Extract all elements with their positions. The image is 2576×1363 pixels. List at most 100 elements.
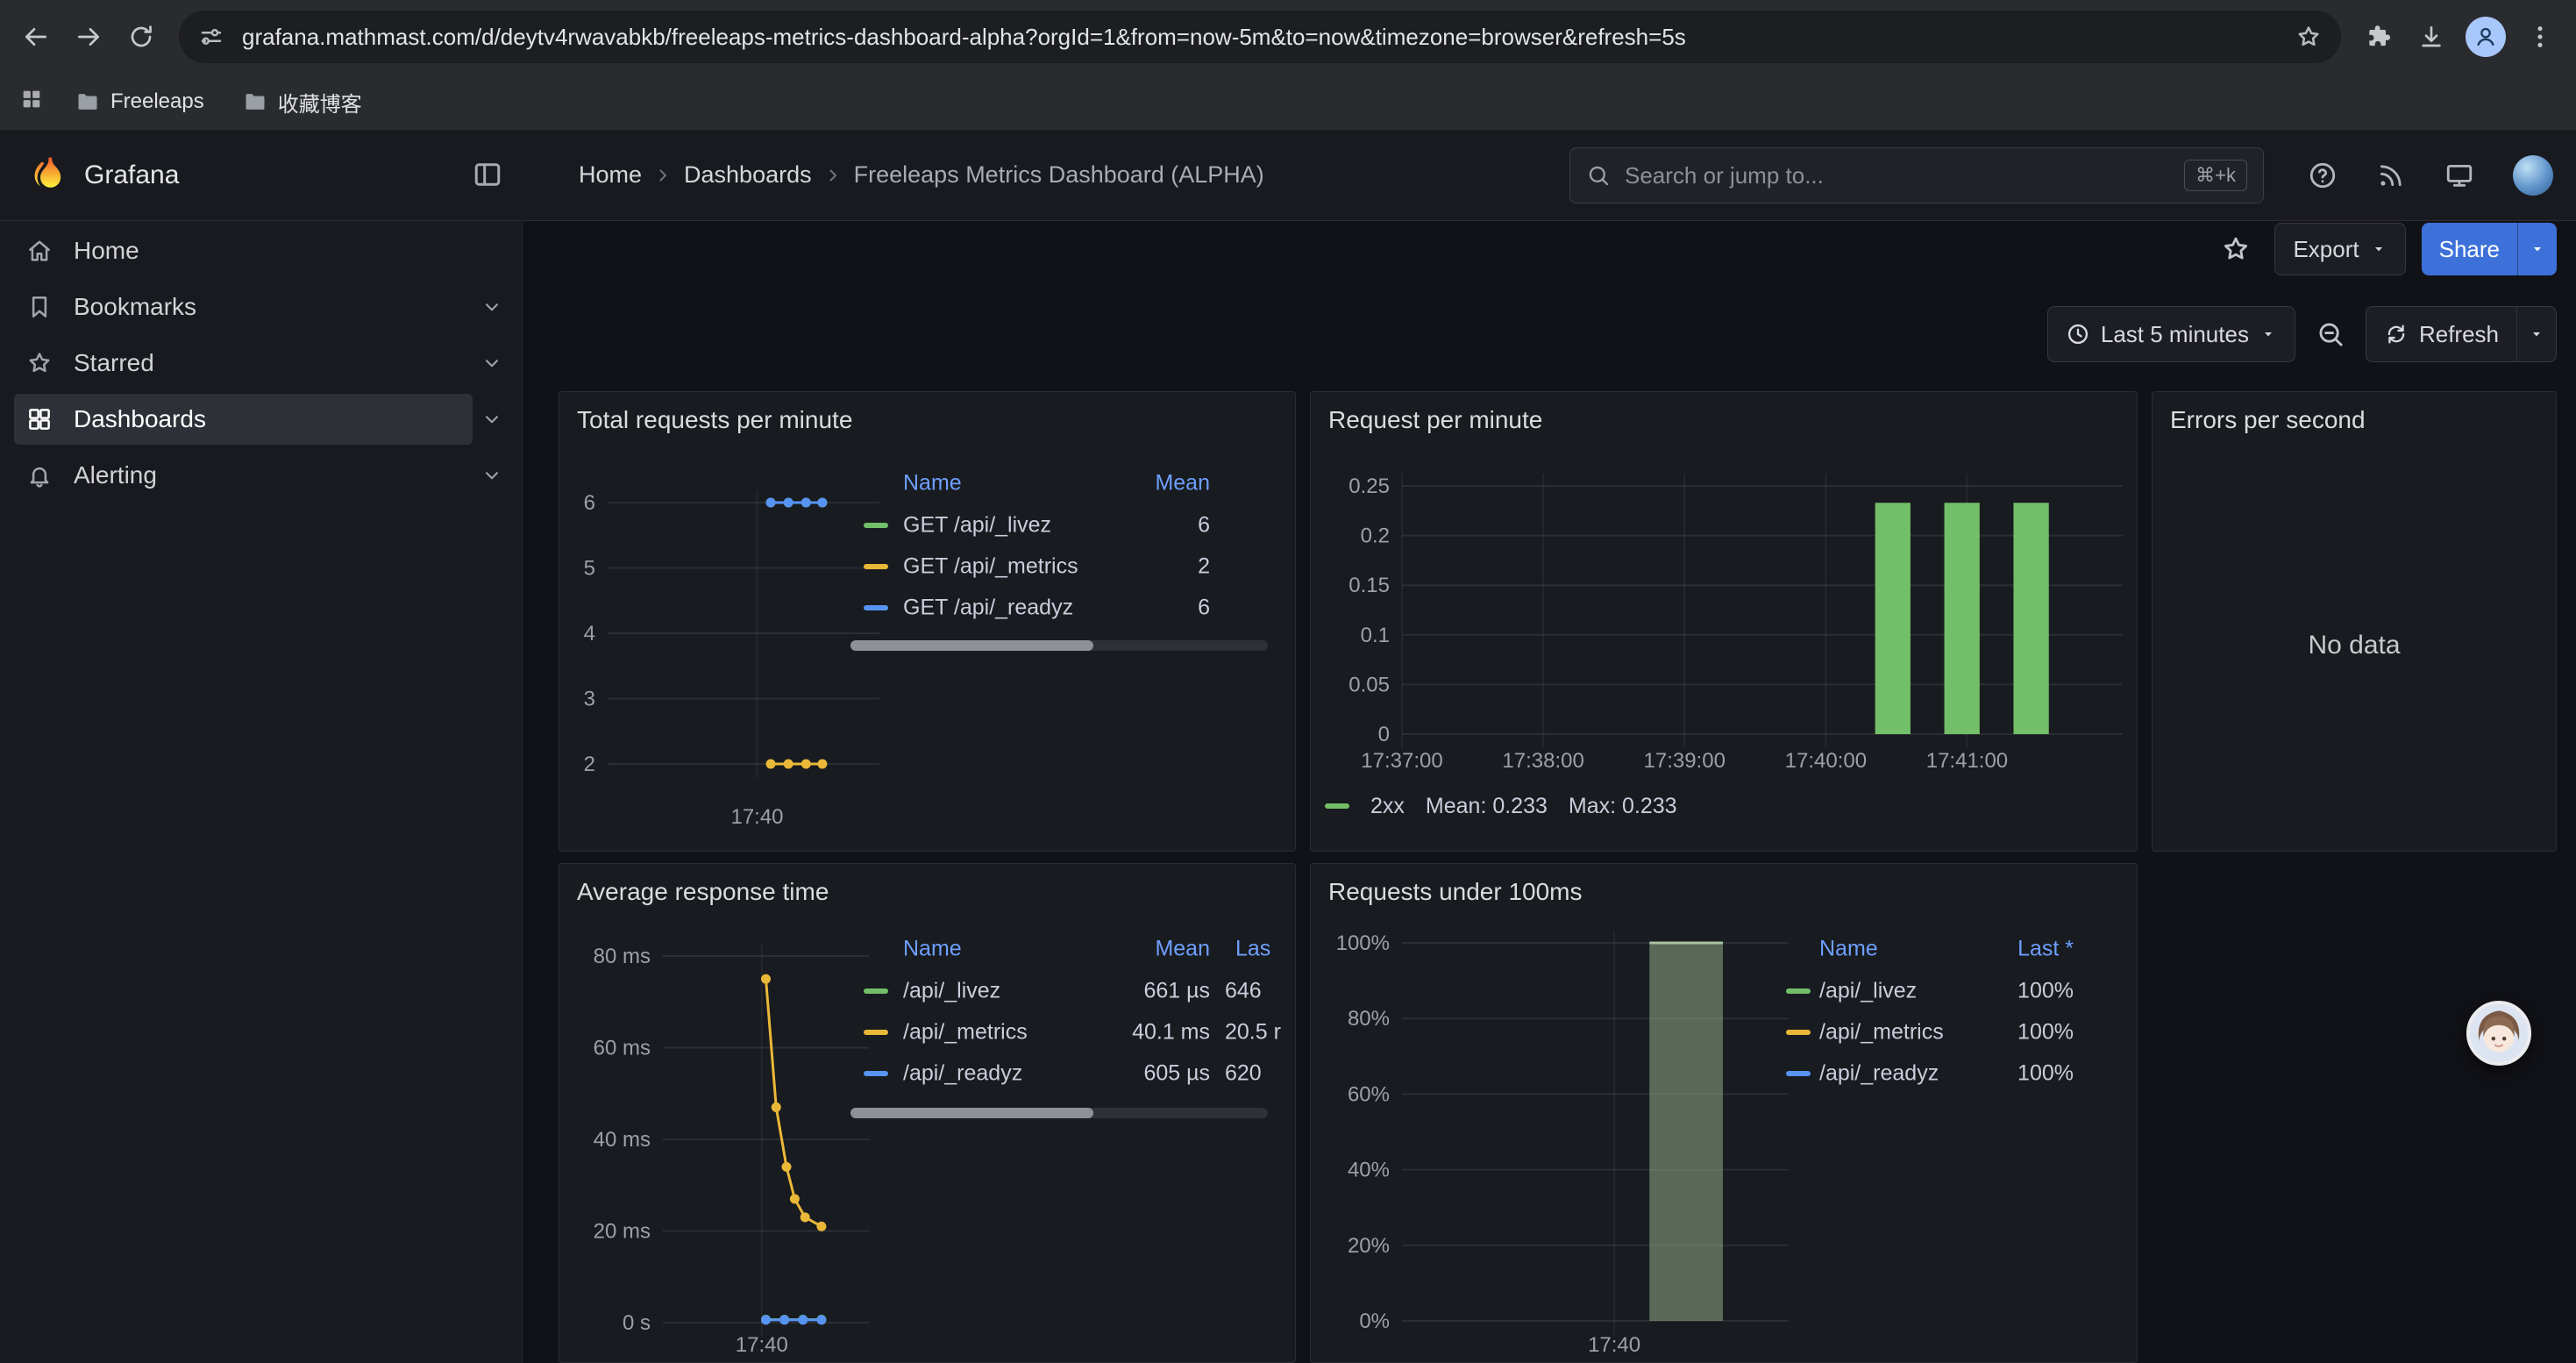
apps-grid-icon[interactable] — [19, 87, 49, 117]
legend-series-name: /api/_livez — [903, 978, 1000, 1003]
bookmark-item[interactable]: Freeleaps — [75, 89, 204, 114]
legend-column-header[interactable]: Mean — [1155, 471, 1210, 496]
legend-value: 661 µs — [1143, 978, 1210, 1003]
legend-row[interactable]: /api/_readyz605 µs620 — [862, 1053, 1296, 1094]
svg-text:0: 0 — [1378, 723, 1390, 746]
chevron-down-icon[interactable] — [476, 347, 508, 379]
chevron-down-icon — [2259, 325, 2277, 343]
legend-series-name: /api/_readyz — [1819, 1060, 1939, 1086]
legend-stat: Mean: 0.233 — [1426, 794, 1548, 819]
site-settings-icon[interactable] — [198, 24, 224, 50]
bookmark-item[interactable]: 收藏博客 — [243, 87, 362, 118]
address-bar[interactable]: grafana.mathmast.com/d/deytv4rwavabkb/fr… — [179, 11, 2341, 63]
svg-text:40 ms: 40 ms — [594, 1128, 651, 1152]
legend-column-header[interactable]: Name — [1819, 937, 1878, 962]
time-range-picker[interactable]: Last 5 minutes — [2047, 306, 2295, 362]
bookmark-star-icon[interactable] — [2295, 24, 2322, 50]
legend-column-header[interactable]: Last * — [2017, 937, 2074, 962]
legend-column-header[interactable]: Name — [903, 471, 962, 496]
legend-column-header[interactable]: Mean — [1155, 937, 1210, 962]
scrollbar-thumb[interactable] — [850, 1108, 1093, 1118]
svg-text:20%: 20% — [1348, 1234, 1390, 1258]
svg-text:60 ms: 60 ms — [594, 1037, 651, 1060]
legend-series-name: GET /api/_livez — [903, 512, 1051, 538]
brand-name: Grafana — [84, 161, 179, 190]
browser-menu-icon[interactable] — [2516, 13, 2564, 61]
export-button[interactable]: Export — [2274, 223, 2405, 275]
legend-row[interactable]: GET /api/_livez6 — [862, 504, 1274, 546]
user-avatar[interactable] — [2513, 155, 2553, 196]
sidebar-item-alerting[interactable]: Alerting — [0, 447, 522, 503]
sidebar-item-label: Alerting — [74, 461, 157, 489]
refresh-button[interactable]: Refresh — [2366, 306, 2516, 362]
browser-reload-icon[interactable] — [117, 13, 165, 61]
share-menu-button[interactable] — [2517, 223, 2557, 275]
assistant-avatar[interactable] — [2466, 1001, 2531, 1066]
help-icon[interactable] — [2308, 161, 2338, 190]
sidebar-item-starred[interactable]: Starred — [0, 335, 522, 391]
legend-row[interactable]: /api/_metrics100% — [1784, 1011, 2074, 1053]
grafana-header: Grafana HomeDashboardsFreeleaps Metrics … — [0, 130, 2576, 221]
sidebar-toggle-icon[interactable] — [472, 159, 505, 192]
refresh-icon — [2384, 322, 2409, 346]
svg-text:60%: 60% — [1348, 1082, 1390, 1106]
nav-sidebar: HomeBookmarksStarredDashboards Alerting — [0, 221, 523, 1363]
legend-row[interactable]: /api/_livez100% — [1784, 970, 2074, 1011]
search-shortcut: ⌘+k — [2184, 160, 2247, 191]
svg-text:4: 4 — [584, 622, 595, 646]
chevron-down-icon[interactable] — [476, 460, 508, 491]
sidebar-item-home[interactable]: Home — [0, 223, 522, 279]
legend-scrollbar[interactable] — [850, 640, 1268, 651]
refresh-button-group: Refresh — [2366, 306, 2557, 362]
sidebar-item-dashboards[interactable]: Dashboards — [0, 391, 522, 447]
series-color-dash — [864, 523, 888, 528]
legend-series-name[interactable]: 2xx — [1370, 794, 1405, 819]
share-button-group: Share — [2422, 223, 2557, 275]
legend-value: 6 — [1198, 595, 1210, 620]
svg-text:20 ms: 20 ms — [594, 1220, 651, 1244]
svg-text:17:40: 17:40 — [730, 805, 783, 829]
legend-value: 620 — [1225, 1060, 1262, 1086]
bell-icon — [26, 462, 53, 489]
legend-row[interactable]: /api/_readyz100% — [1784, 1053, 2074, 1094]
zoom-out-icon[interactable] — [2308, 311, 2353, 357]
folder-icon — [243, 89, 267, 114]
display-icon[interactable] — [2444, 161, 2474, 190]
legend-series-name: /api/_metrics — [903, 1019, 1028, 1045]
browser-profile-avatar[interactable] — [2466, 17, 2506, 57]
browser-chrome: grafana.mathmast.com/d/deytv4rwavabkb/fr… — [0, 0, 2576, 130]
chevron-down-icon[interactable] — [476, 403, 508, 435]
legend-row[interactable]: GET /api/_metrics2 — [862, 546, 1274, 587]
legend-scrollbar[interactable] — [850, 1108, 1268, 1118]
dashboard-toolbar: Export Share — [2213, 223, 2557, 275]
share-button[interactable]: Share — [2422, 223, 2517, 275]
downloads-icon[interactable] — [2408, 13, 2455, 61]
legend-row[interactable]: GET /api/_readyz6 — [862, 587, 1274, 628]
browser-forward-icon[interactable] — [65, 13, 112, 61]
favorite-star-icon[interactable] — [2213, 226, 2259, 272]
breadcrumb-item-home[interactable]: Home — [579, 161, 642, 189]
panel-title[interactable]: Errors per second — [2170, 406, 2366, 434]
legend-row[interactable]: /api/_livez661 µs646 — [862, 970, 1296, 1011]
search-input[interactable]: Search or jump to... ⌘+k — [1569, 147, 2264, 203]
legend-column-header[interactable]: Las — [1235, 937, 1270, 962]
legend: 2xxMean: 0.233Max: 0.233 — [1325, 789, 1677, 824]
legend-row[interactable]: /api/_metrics40.1 ms20.5 r — [862, 1011, 1296, 1053]
url-text: grafana.mathmast.com/d/deytv4rwavabkb/fr… — [242, 24, 2278, 51]
sidebar-item-bookmarks[interactable]: Bookmarks — [0, 279, 522, 335]
legend-column-header[interactable]: Name — [903, 937, 962, 962]
news-rss-icon[interactable] — [2376, 161, 2406, 190]
chevron-down-icon[interactable] — [476, 291, 508, 323]
svg-text:0.1: 0.1 — [1361, 624, 1390, 647]
no-data-message: No data — [2153, 631, 2556, 660]
svg-text:17:38:00: 17:38:00 — [1502, 749, 1583, 773]
scrollbar-thumb[interactable] — [850, 640, 1093, 651]
legend-value: 100% — [2017, 978, 2074, 1003]
extensions-icon[interactable] — [2355, 13, 2402, 61]
chart-canvas[interactable]: 0.250.20.150.10.05017:37:0017:38:0017:39… — [1311, 392, 2138, 852]
grafana-logo-icon[interactable] — [26, 154, 68, 196]
legend-table: NameMeanLas/api/_livez661 µs646/api/_met… — [862, 928, 1296, 1094]
breadcrumb-item-dashboards[interactable]: Dashboards — [684, 161, 812, 189]
browser-back-icon[interactable] — [12, 13, 60, 61]
refresh-interval-button[interactable] — [2516, 306, 2557, 362]
